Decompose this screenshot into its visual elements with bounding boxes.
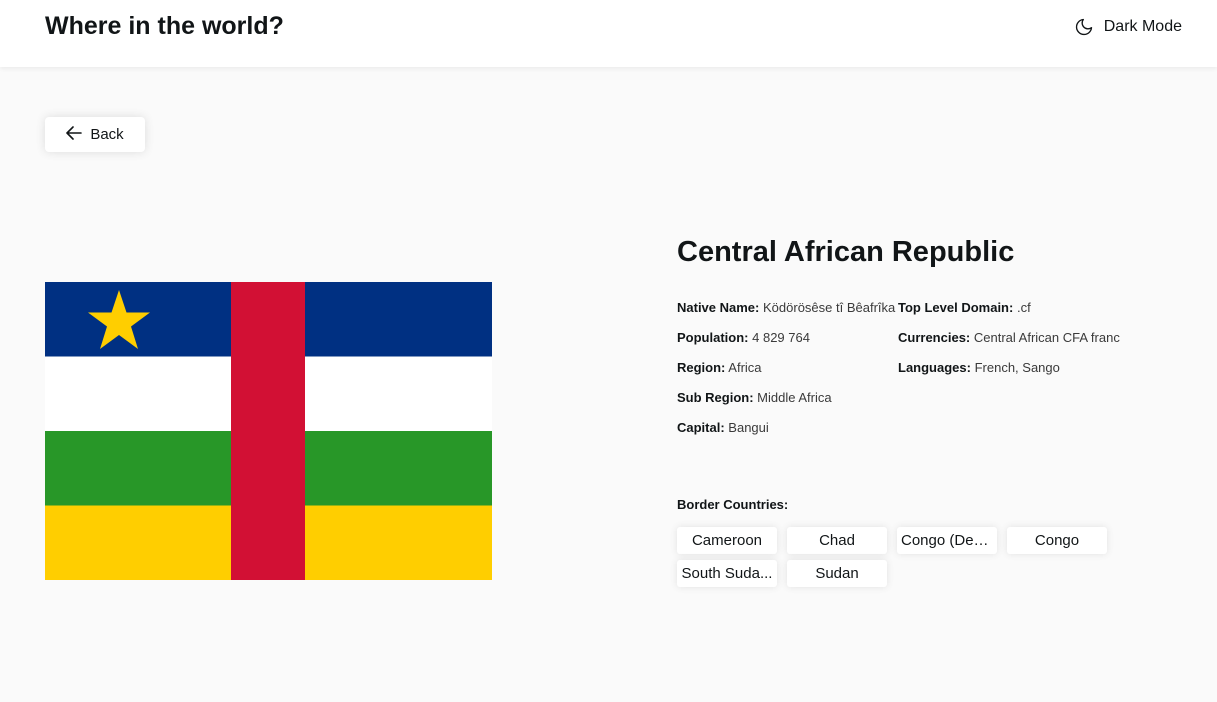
detail-native-name: Native Name: Ködörösêse tî Bêafrîka — [677, 300, 896, 315]
details-right-column: Top Level Domain: .cf Currencies: Centra… — [898, 300, 1177, 450]
detail-currencies: Currencies: Central African CFA franc — [898, 330, 1120, 345]
details-left-column: Native Name: Ködörösêse tî Bêafrîka Popu… — [677, 300, 898, 450]
back-label: Back — [90, 126, 124, 143]
detail-region: Region: Africa — [677, 360, 762, 375]
moon-icon — [1074, 17, 1094, 37]
detail-languages: Languages: French, Sango — [898, 360, 1060, 375]
country-name: Central African Republic — [677, 236, 1015, 268]
detail-population: Population: 4 829 764 — [677, 330, 810, 345]
border-countries-label: Border Countries: — [677, 497, 789, 512]
flag-band-red — [231, 282, 305, 580]
app-title: Where in the world? — [45, 12, 284, 40]
arrow-left-icon — [66, 125, 83, 144]
border-country-chip[interactable]: Cameroon — [677, 527, 777, 554]
border-country-chip[interactable]: Sudan — [787, 560, 887, 587]
border-countries-list: Cameroon Chad Congo (Dem... Congo South … — [677, 527, 1117, 587]
border-country-chip[interactable]: Congo (Dem... — [897, 527, 997, 554]
border-country-chip[interactable]: South Suda... — [677, 560, 777, 587]
border-country-chip[interactable]: Chad — [787, 527, 887, 554]
back-button[interactable]: Back — [45, 117, 145, 152]
detail-top-level-domain: Top Level Domain: .cf — [898, 300, 1031, 315]
border-country-chip[interactable]: Congo — [1007, 527, 1107, 554]
top-header: Where in the world? Dark Mode — [0, 0, 1217, 67]
detail-sub-region: Sub Region: Middle Africa — [677, 390, 832, 405]
country-flag — [45, 282, 492, 580]
dark-mode-label: Dark Mode — [1103, 18, 1182, 35]
dark-mode-toggle[interactable]: Dark Mode — [1074, 17, 1182, 37]
detail-capital: Capital: Bangui — [677, 420, 769, 435]
country-details: Central African Republic Native Name: Kö… — [677, 236, 1177, 450]
